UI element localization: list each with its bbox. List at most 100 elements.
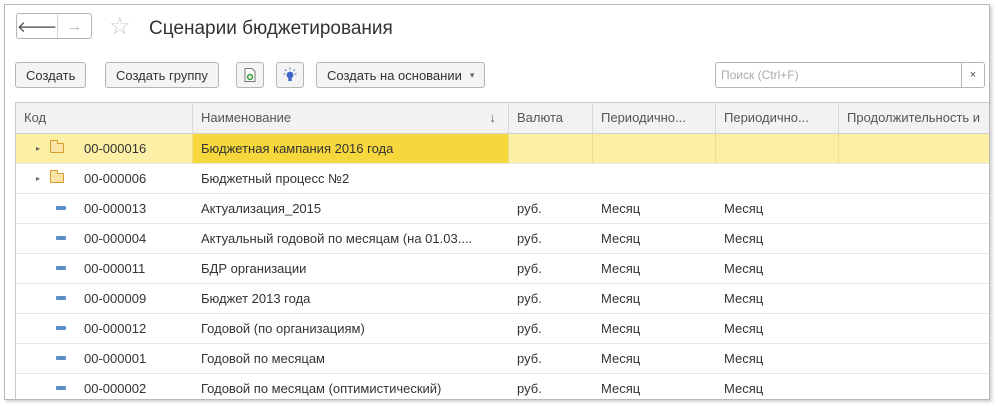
cell-code: 00-000001 <box>84 351 147 366</box>
navigation-buttons: 🡐 → <box>16 13 92 39</box>
table-row[interactable]: 00-000012 Годовой (по организациям) руб.… <box>16 314 989 344</box>
column-header-periodicity-1[interactable]: Периодично... <box>593 103 716 133</box>
copy-add-button[interactable] <box>236 62 264 88</box>
item-icon <box>56 386 66 390</box>
forward-button[interactable]: → <box>57 14 91 38</box>
cell-currency: руб. <box>517 381 542 396</box>
cell-periodicity-2: Месяц <box>724 291 764 306</box>
table-header: Код Наименование ↓ Валюта Периодично... … <box>16 103 989 134</box>
cell-duration <box>839 374 989 399</box>
create-button[interactable]: Создать <box>15 62 87 88</box>
cell-code: 00-000004 <box>84 231 147 246</box>
expand-arrow-icon[interactable]: ▸ <box>36 134 40 163</box>
cell-currency: руб. <box>517 321 542 336</box>
item-icon <box>56 266 66 270</box>
item-icon <box>56 326 66 330</box>
forward-arrow-icon: → <box>67 17 83 35</box>
form-window: 🡐 → ☆ Сценарии бюджетирования Создать Со… <box>4 4 990 400</box>
cell-duration <box>839 164 989 193</box>
cell-periodicity-1: Месяц <box>601 381 641 396</box>
column-header-label: Периодично... <box>601 110 686 125</box>
cell-code: 00-000002 <box>84 381 147 396</box>
table-row[interactable]: 00-000013 Актуализация_2015 руб. Месяц М… <box>16 194 989 224</box>
cell-name: Бюджет 2013 года <box>201 291 311 306</box>
cell-periodicity-2 <box>716 134 839 163</box>
item-icon <box>56 356 66 360</box>
expand-arrow-icon[interactable]: ▸ <box>36 164 40 193</box>
search-clear-button[interactable]: × <box>961 62 985 88</box>
cell-code: 00-000011 <box>84 261 146 276</box>
cell-code: 00-000006 <box>84 171 147 186</box>
cell-periodicity-1 <box>593 134 716 163</box>
table-row[interactable]: 00-000009 Бюджет 2013 года руб. Месяц Ме… <box>16 284 989 314</box>
back-arrow-icon: 🡐 <box>17 18 58 36</box>
cell-currency: руб. <box>517 201 542 216</box>
cell-periodicity-2: Месяц <box>724 261 764 276</box>
close-icon: × <box>969 69 977 81</box>
cell-currency: руб. <box>517 261 542 276</box>
cell-periodicity-1: Месяц <box>601 231 641 246</box>
table-row[interactable]: ▸ 00-000006 Бюджетный процесс №2 <box>16 164 989 194</box>
column-header-name[interactable]: Наименование ↓ <box>193 103 509 133</box>
cell-currency: руб. <box>517 351 542 366</box>
cell-periodicity-1: Месяц <box>601 261 641 276</box>
item-icon <box>56 236 66 240</box>
cell-code: 00-000012 <box>84 321 147 336</box>
column-header-duration[interactable]: Продолжительность и <box>839 103 989 133</box>
cell-currency <box>509 134 593 163</box>
column-header-label: Валюта <box>517 110 563 125</box>
cell-periodicity-2 <box>716 164 839 193</box>
column-header-currency[interactable]: Валюта <box>509 103 593 133</box>
cell-code: 00-000016 <box>76 134 193 163</box>
column-header-label: Наименование <box>201 110 292 125</box>
cell-currency <box>509 164 593 193</box>
cell-periodicity-2: Месяц <box>724 201 764 216</box>
cell-periodicity-2: Месяц <box>724 231 764 246</box>
cell-duration <box>839 224 989 253</box>
cell-periodicity-2: Месяц <box>724 381 764 396</box>
table-row[interactable]: 00-000001 Годовой по месяцам руб. Месяц … <box>16 344 989 374</box>
cell-periodicity-1: Месяц <box>601 321 641 336</box>
idea-button[interactable] <box>276 62 304 88</box>
cell-currency: руб. <box>517 291 542 306</box>
folder-icon <box>50 140 64 153</box>
chevron-down-icon: ▾ <box>469 69 475 80</box>
back-button[interactable]: 🡐 <box>17 14 57 38</box>
page-title: Сценарии бюджетирования <box>149 18 393 39</box>
favorite-star-icon[interactable]: ☆ <box>109 15 131 39</box>
cell-duration <box>839 254 989 283</box>
column-header-periodicity-2[interactable]: Периодично... <box>716 103 839 133</box>
cell-duration <box>839 134 989 163</box>
table-row[interactable]: 00-000011 БДР организации руб. Месяц Мес… <box>16 254 989 284</box>
cell-name: БДР организации <box>201 261 307 276</box>
cell-name: Годовой по месяцам (оптимистический) <box>201 381 442 396</box>
item-icon <box>56 296 66 300</box>
cell-code: 00-000013 <box>84 201 147 216</box>
table-row[interactable]: 00-000004 Актуальный годовой по месяцам … <box>16 224 989 254</box>
cell-code: 00-000009 <box>84 291 147 306</box>
column-header-code[interactable]: Код <box>16 103 193 133</box>
cell-name: Бюджетная кампания 2016 года <box>193 134 509 163</box>
cell-name: Актуальный годовой по месяцам (на 01.03.… <box>201 231 473 246</box>
search-placeholder: Поиск (Ctrl+F) <box>721 68 799 82</box>
cell-duration <box>839 194 989 223</box>
cell-duration <box>839 344 989 373</box>
copy-add-icon <box>244 68 256 82</box>
column-header-label: Продолжительность и <box>847 110 981 125</box>
lightbulb-icon <box>283 67 297 81</box>
cell-periodicity-2: Месяц <box>724 351 764 366</box>
search-input[interactable]: Поиск (Ctrl+F) <box>715 62 961 88</box>
create-group-button[interactable]: Создать группу <box>105 62 219 88</box>
cell-duration <box>839 314 989 343</box>
column-header-label: Код <box>24 110 47 125</box>
folder-icon <box>50 170 64 183</box>
create-based-on-label: Создать на основании <box>327 67 462 83</box>
table-row[interactable]: ▸ 00-000016 Бюджетная кампания 2016 года <box>16 134 989 164</box>
table-row[interactable]: 00-000002 Годовой по месяцам (оптимистич… <box>16 374 989 399</box>
cell-periodicity-2: Месяц <box>724 321 764 336</box>
cell-periodicity-1 <box>593 164 716 193</box>
scenarios-table: Код Наименование ↓ Валюта Периодично... … <box>15 102 989 399</box>
sort-descending-icon: ↓ <box>489 110 497 125</box>
cell-periodicity-1: Месяц <box>601 201 641 216</box>
create-based-on-button[interactable]: Создать на основании ▾ <box>316 62 486 88</box>
